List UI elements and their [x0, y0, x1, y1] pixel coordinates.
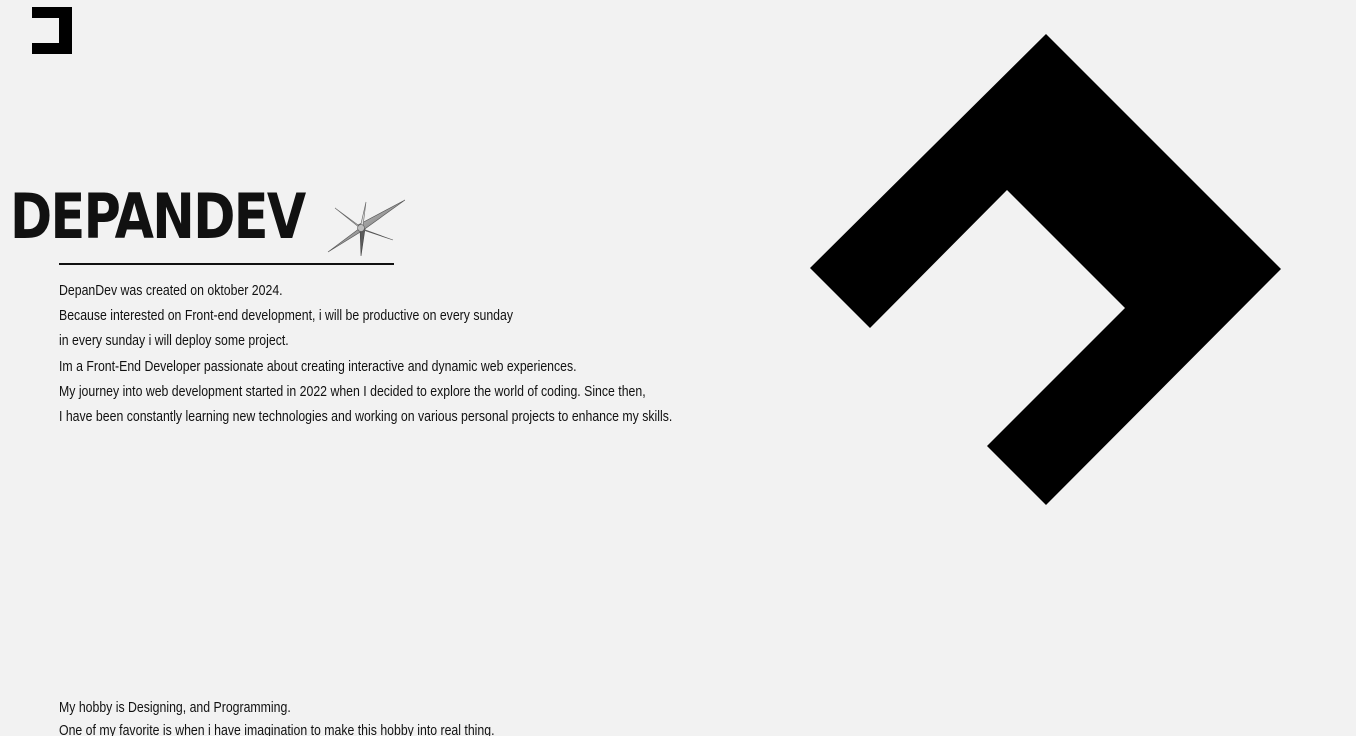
intro-line: My journey into web development started … — [59, 382, 646, 400]
title-divider — [59, 263, 394, 265]
intro-line: in every sunday i will deploy some proje… — [59, 332, 289, 350]
chevron-arrow-icon — [810, 34, 1281, 505]
hobby-line: One of my favorite is when i have imagin… — [59, 722, 495, 736]
bracket-logo-icon[interactable] — [32, 7, 72, 54]
intro-line: I have been constantly learning new tech… — [59, 408, 673, 426]
intro-line: Because interested on Front-end developm… — [59, 307, 513, 325]
intro-text: DepanDev was created on oktober 2024. Be… — [59, 278, 672, 429]
brand-heading: DEPANDEV — [10, 180, 405, 257]
intro-line: DepanDev was created on oktober 2024. — [59, 282, 283, 299]
hobby-line: My hobby is Designing, and Programming. — [59, 699, 291, 716]
hobby-text: My hobby is Designing, and Programming. … — [59, 696, 495, 736]
sparkle-star-icon — [327, 199, 405, 257]
intro-line: Im a Front-End Developer passionate abou… — [59, 357, 577, 375]
page: DEPANDEV DepanDev was created on oktober… — [0, 0, 1356, 736]
page-title: DEPANDEV — [10, 180, 306, 253]
